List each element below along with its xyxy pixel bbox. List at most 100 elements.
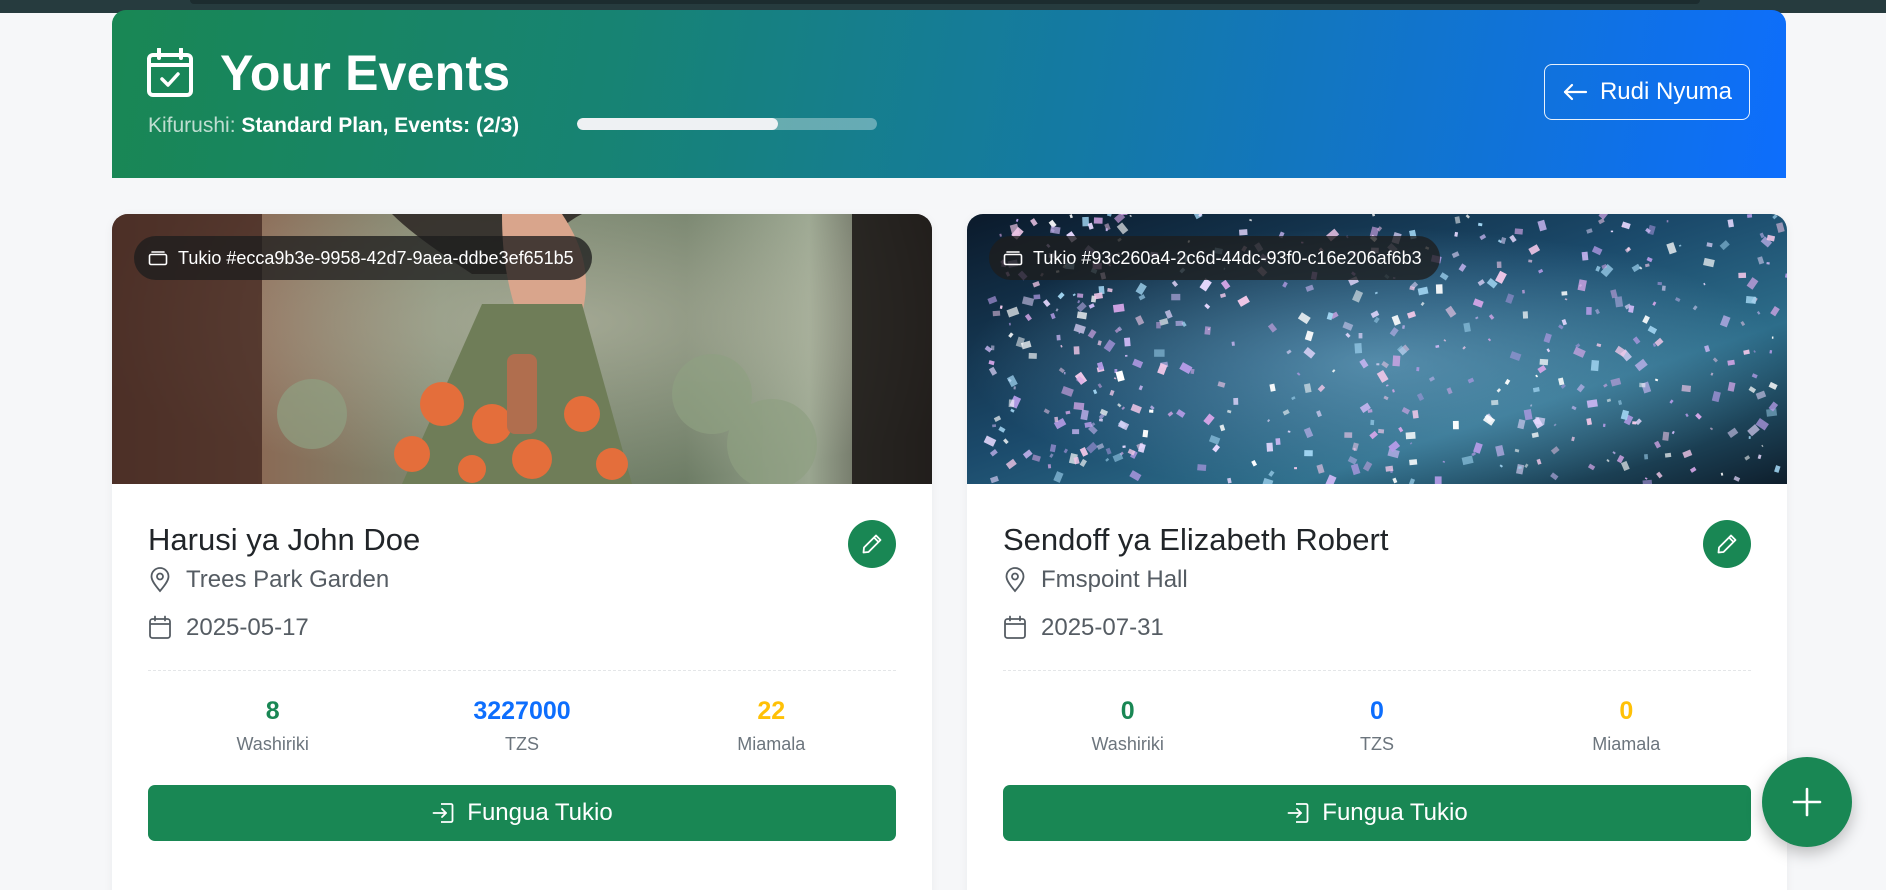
confetti-piece [1304,450,1313,457]
confetti-piece [1522,289,1525,294]
confetti-piece [1370,419,1375,426]
page-title: Your Events [220,45,511,101]
stat-amount: 3227000 TZS [397,697,646,755]
ticket-icon [148,251,168,266]
confetti-piece [1514,228,1523,235]
stat-transactions-value: 0 [1619,697,1634,725]
confetti-piece [1610,230,1614,233]
confetti-piece [1156,322,1161,329]
plus-icon [1792,787,1822,817]
edit-event-button[interactable] [848,520,896,568]
confetti-piece [1662,431,1670,441]
calendar-check-icon [147,48,193,97]
event-card: Tukio #93c260a4-2c6d-44dc-93f0-c16e206af… [967,214,1787,890]
confetti-piece [1747,214,1753,218]
event-card: Tukio #ecca9b3e-9958-42d7-9aea-ddbe3ef65… [112,214,932,890]
confetti-piece [1275,438,1281,445]
open-event-label: Fungua Tukio [1322,799,1468,826]
event-stats: 0 Washiriki 0 TZS 0 Miamala [1003,697,1751,755]
pencil-icon [862,534,882,554]
event-cover-image: Tukio #93c260a4-2c6d-44dc-93f0-c16e206af… [967,214,1787,484]
confetti-piece [1661,285,1666,291]
confetti-piece [1452,420,1459,430]
stat-transactions: 0 Miamala [1502,697,1751,755]
confetti-piece [992,310,1001,317]
stat-transactions-label: Miamala [737,733,806,754]
confetti-piece [1082,216,1090,227]
open-event-button[interactable]: Fungua Tukio [1003,785,1751,841]
plan-value: Standard Plan, Events: (2/3) [241,114,520,137]
stat-amount-label: TZS [1359,733,1394,754]
confetti-piece [1197,464,1207,471]
confetti-piece [1561,291,1568,296]
event-date: 2025-05-17 [148,614,309,642]
confetti-piece [1047,464,1052,469]
open-event-label: Fungua Tukio [467,799,613,826]
confetti-piece [1496,261,1502,269]
confetti-piece [1376,363,1380,366]
event-location-text: Trees Park Garden [186,566,390,593]
confetti-piece [1149,409,1154,413]
confetti-piece [1033,294,1041,300]
box-arrow-in-icon [432,803,454,823]
confetti-piece [1073,402,1085,411]
confetti-piece [1639,382,1646,388]
stat-participants-value: 8 [265,697,280,725]
event-location-text: Fmspoint Hall [1041,566,1188,593]
card-divider [148,670,896,671]
top-nav-inner [190,0,1700,4]
arrow-left-icon [1563,83,1588,101]
confetti-piece [1748,436,1751,439]
confetti-piece [1405,431,1416,440]
confetti-piece [1522,311,1529,319]
stat-amount-value: 0 [1370,697,1384,725]
back-button-label: Rudi Nyuma [1599,78,1733,105]
confetti-piece [1239,229,1248,236]
confetti-piece [1590,360,1600,372]
geo-pin-icon [150,567,170,593]
event-date-text: 2025-07-31 [1041,614,1164,641]
confetti-piece [1766,262,1770,265]
confetti-piece [1056,334,1061,341]
confetti-piece [1125,354,1128,357]
back-button[interactable]: Rudi Nyuma [1544,64,1750,120]
confetti-piece [1098,418,1103,422]
event-cover-image: Tukio #ecca9b3e-9958-42d7-9aea-ddbe3ef65… [112,214,932,484]
confetti-piece [1528,259,1533,263]
stat-participants-value: 0 [1120,697,1135,725]
calendar-icon [1004,615,1026,639]
add-event-button[interactable] [1762,757,1852,847]
confetti-piece [1294,467,1297,470]
confetti-piece [1124,337,1131,347]
confetti-piece [1175,320,1183,327]
box-arrow-in-icon [1287,803,1309,823]
event-date-text: 2025-05-17 [186,614,309,641]
confetti-piece [1072,429,1080,435]
plan-info: Kifurushi: Standard Plan, Events: (2/3) [148,114,519,138]
event-id-badge: Tukio #ecca9b3e-9958-42d7-9aea-ddbe3ef65… [134,236,592,280]
confetti-piece [1231,341,1235,346]
stat-transactions-value: 22 [757,697,786,725]
edit-event-button[interactable] [1703,520,1751,568]
open-event-button[interactable]: Fungua Tukio [148,785,896,841]
confetti-piece [1077,293,1084,298]
confetti-piece [992,424,997,428]
confetti-piece [1204,326,1211,335]
confetti-piece [1154,349,1165,357]
confetti-piece [1657,281,1662,286]
confetti-piece [1771,336,1774,339]
plan-usage-progress [577,118,877,130]
event-id-label: Tukio #ecca9b3e-9958-42d7-9aea-ddbe3ef65… [178,247,574,268]
calendar-icon [149,615,171,639]
confetti-piece [1745,296,1757,304]
confetti-piece [1435,284,1443,294]
confetti-piece [1008,322,1011,326]
stat-amount-value: 3227000 [473,697,571,725]
geo-pin-icon [1005,567,1025,593]
stat-transactions: 22 Miamala [647,697,896,755]
event-name: Sendoff ya Elizabeth Robert [1003,522,1389,557]
event-name: Harusi ya John Doe [148,522,421,557]
stat-participants-label: Washiriki [236,733,309,754]
event-stats: 8 Washiriki 3227000 TZS 22 Miamala [148,697,896,755]
stat-amount: 0 TZS [1252,697,1501,755]
